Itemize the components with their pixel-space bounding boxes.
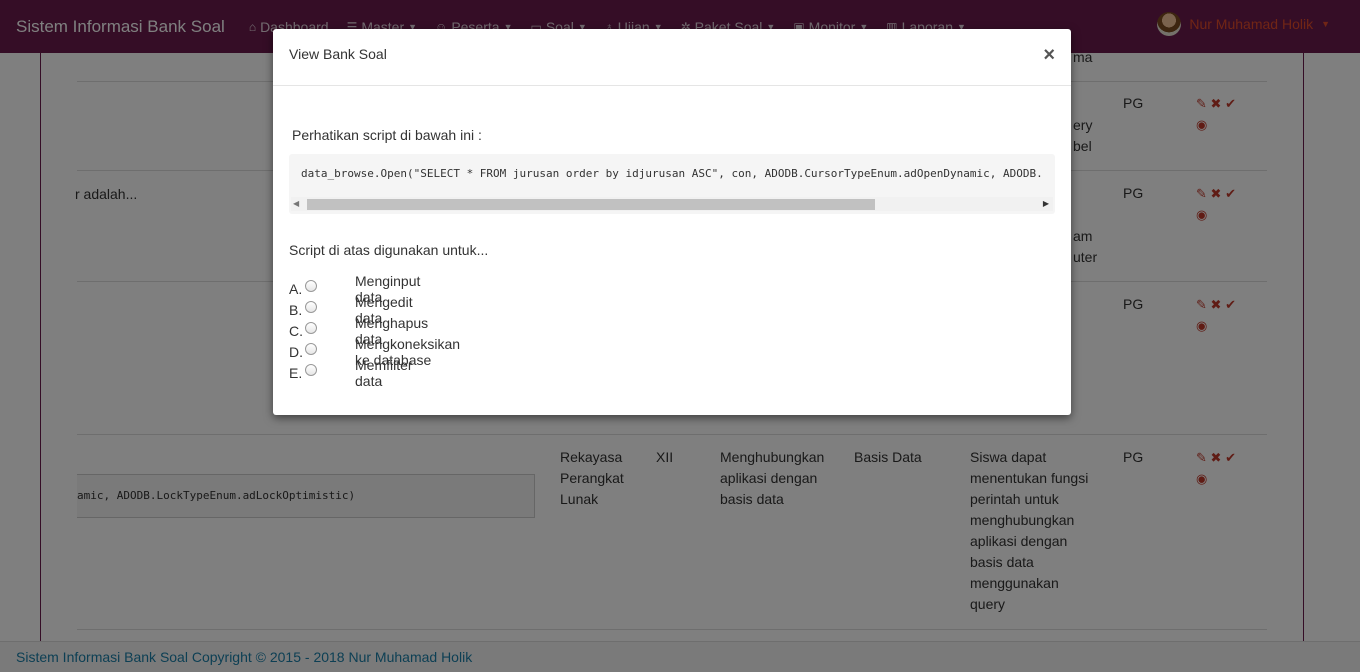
question-text: Script di atas digunakan untuk... [289,242,489,258]
horizontal-scrollbar[interactable]: ◀ ▶ [291,197,1053,211]
code-text: data_browse.Open("SELECT * FROM jurusan … [301,167,1043,180]
radio-button[interactable] [305,321,317,334]
close-icon[interactable]: × [1043,45,1055,65]
radio-button[interactable] [305,342,317,355]
scroll-left-icon[interactable]: ◀ [293,199,299,208]
scroll-thumb[interactable] [307,199,875,210]
option-b[interactable]: B. Mengedit data [289,294,413,326]
code-block: data_browse.Open("SELECT * FROM jurusan … [289,154,1055,214]
view-bank-soal-modal: View Bank Soal × Perhatikan script di ba… [273,29,1071,415]
modal-title: View Bank Soal [289,46,387,62]
option-c[interactable]: C. Menghapus data [289,315,428,347]
answer-options: A. Menginput data B. Mengedit data C. Me… [289,273,460,389]
modal-header: View Bank Soal × [273,29,1071,86]
option-e[interactable]: E. Memfilter data [289,357,413,389]
radio-button[interactable] [305,279,317,292]
radio-button[interactable] [305,363,317,376]
question-intro: Perhatikan script di bawah ini : [292,127,482,143]
scroll-right-icon[interactable]: ▶ [1043,199,1049,208]
option-d[interactable]: D. Mengkoneksikan ke database [289,336,460,368]
option-a[interactable]: A. Menginput data [289,273,420,305]
radio-button[interactable] [305,300,317,313]
